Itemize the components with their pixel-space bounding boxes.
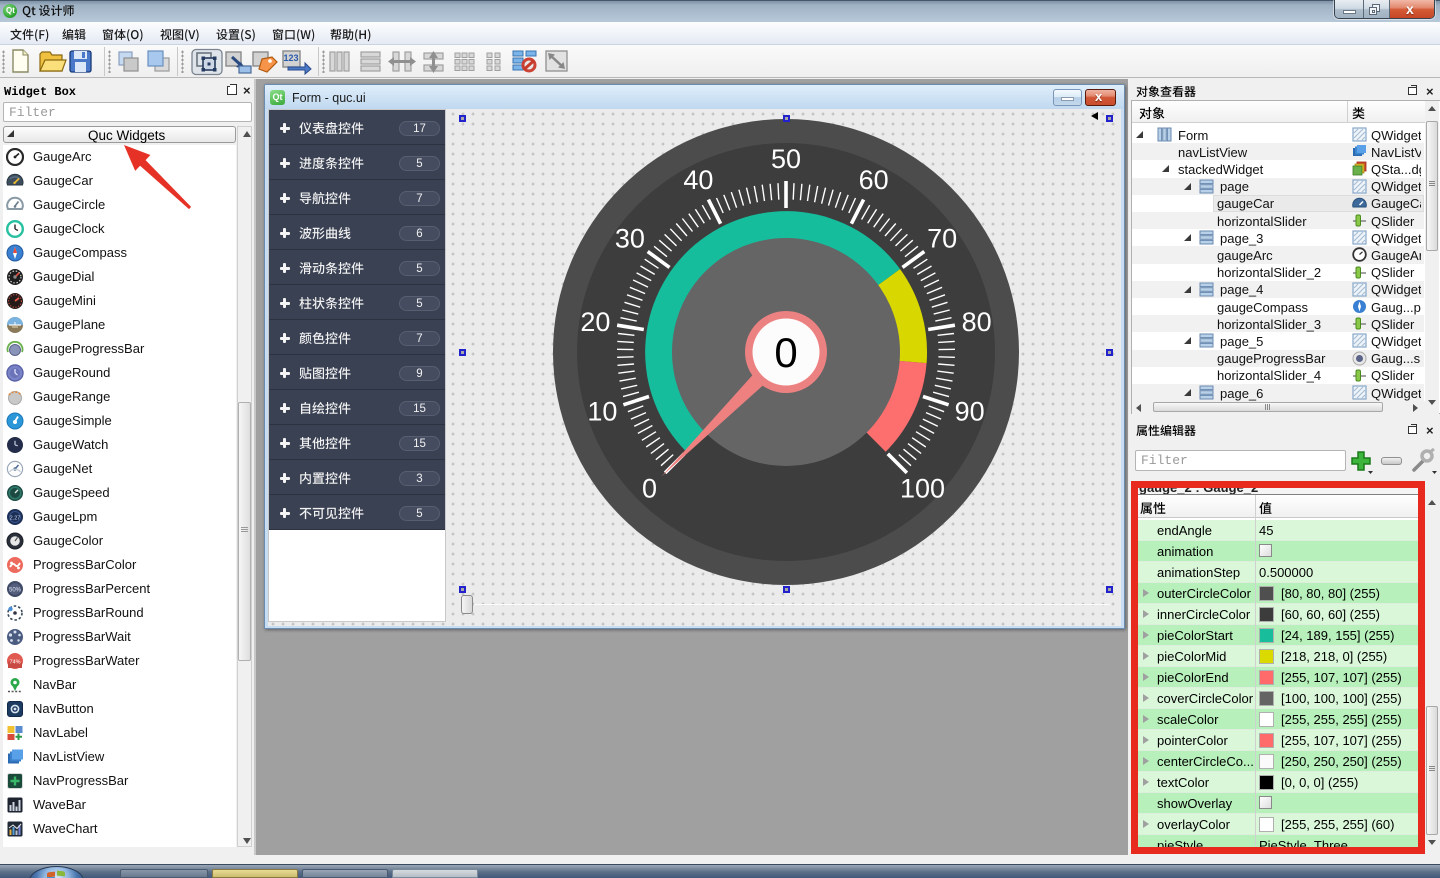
svg-text:60: 60 (859, 165, 889, 195)
svg-text:100: 100 (900, 474, 945, 504)
svg-text:123: 123 (283, 53, 298, 63)
svg-text:80: 80 (962, 307, 992, 337)
svg-text:70: 70 (927, 224, 957, 254)
svg-text:0: 0 (642, 474, 657, 504)
svg-text:40: 40 (683, 165, 713, 195)
svg-text:50%: 50% (9, 588, 22, 594)
svg-text:2.27: 2.27 (10, 516, 21, 522)
svg-text:50: 50 (771, 144, 801, 174)
svg-text:30: 30 (615, 224, 645, 254)
svg-text:0: 0 (774, 329, 797, 376)
svg-text:10: 10 (587, 397, 617, 427)
svg-text:74%: 74% (9, 660, 20, 666)
svg-text:90: 90 (955, 397, 985, 427)
svg-text:20: 20 (580, 307, 610, 337)
